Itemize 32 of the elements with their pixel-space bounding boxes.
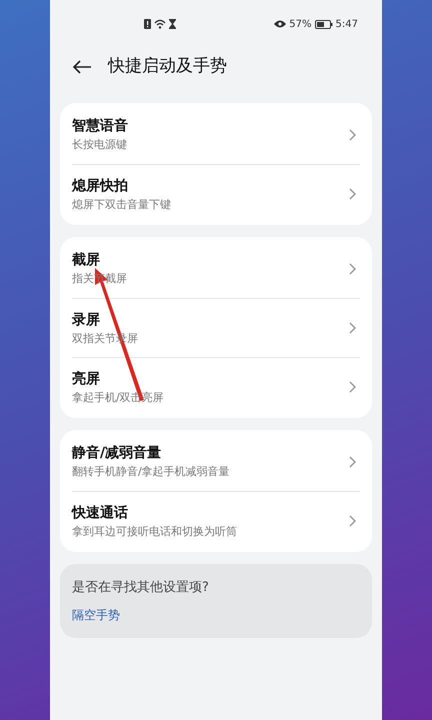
chevron-right-icon bbox=[349, 381, 356, 393]
item-subtitle: 翻转手机静音/拿起手机减弱音量 bbox=[72, 465, 230, 479]
chevron-right-icon bbox=[349, 322, 356, 334]
wifi-icon bbox=[154, 19, 166, 29]
clock-time: 5:47 bbox=[336, 18, 358, 32]
eye-icon bbox=[274, 20, 286, 28]
item-title: 快速通话 bbox=[72, 504, 129, 522]
item-title: 录屏 bbox=[72, 310, 101, 328]
item-title: 熄屏快拍 bbox=[72, 176, 129, 194]
item-subtitle: 拿到耳边可接听电话和切换为听筒 bbox=[72, 524, 237, 538]
hourglass-icon bbox=[169, 19, 176, 29]
settings-item[interactable]: 智慧语音 长按电源键 bbox=[72, 105, 360, 164]
settings-item[interactable]: 快速通话 拿到耳边可接听电话和切换为听筒 bbox=[72, 491, 360, 550]
battery-icon bbox=[314, 20, 333, 28]
item-title: 亮屏 bbox=[72, 370, 101, 388]
battery-percent: 57% bbox=[289, 18, 312, 32]
page-title: 快捷启动及手势 bbox=[108, 55, 227, 78]
item-subtitle: 长按电源键 bbox=[72, 138, 128, 152]
item-title: 静音/减弱音量 bbox=[72, 444, 162, 462]
sim-alert-icon bbox=[144, 19, 151, 29]
item-subtitle: 熄屏下双击音量下键 bbox=[72, 198, 171, 212]
suggestion-question: 是否在寻找其他设置项? bbox=[72, 579, 210, 597]
chevron-right-icon bbox=[349, 128, 356, 140]
settings-item[interactable]: 熄屏快拍 熄屏下双击音量下键 bbox=[72, 164, 360, 223]
chevron-right-icon bbox=[349, 188, 356, 200]
item-title: 智慧语音 bbox=[72, 117, 128, 135]
chevron-right-icon bbox=[349, 456, 356, 468]
chevron-right-icon bbox=[349, 262, 356, 274]
item-title: 截屏 bbox=[72, 251, 101, 269]
settings-item[interactable]: 静音/减弱音量 翻转手机静音/拿起手机减弱音量 bbox=[72, 432, 360, 491]
chevron-right-icon bbox=[349, 515, 356, 527]
gesture-link[interactable]: 隔空手势 bbox=[72, 606, 360, 624]
